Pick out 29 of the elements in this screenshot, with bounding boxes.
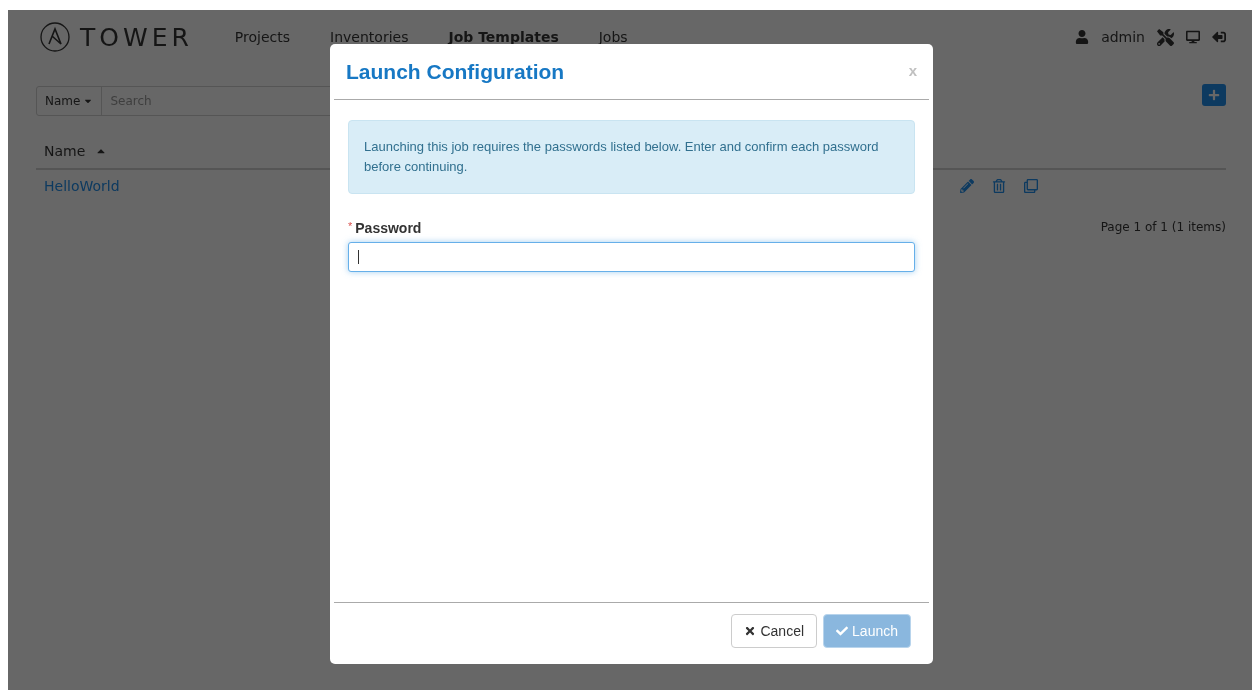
edit-icon[interactable] bbox=[960, 179, 974, 193]
close-icon bbox=[744, 625, 757, 637]
user-name[interactable]: admin bbox=[1101, 29, 1145, 45]
pagination-text: Page 1 of 1 (1 items) bbox=[1100, 220, 1226, 234]
field-label: Password bbox=[355, 220, 422, 236]
plus-icon bbox=[1208, 89, 1220, 101]
check-icon bbox=[836, 625, 849, 637]
nav-link[interactable]: Projects bbox=[234, 29, 291, 45]
info-alert: Launching this job requires the passwords listed below. Enter and confirm each password before continuing. bbox=[348, 120, 915, 194]
nav-link[interactable]: Inventories bbox=[330, 29, 409, 45]
nav-link[interactable]: Job Templates bbox=[448, 29, 559, 45]
text-cursor bbox=[358, 250, 359, 264]
add-button[interactable] bbox=[1202, 84, 1226, 106]
nav-link[interactable]: Jobs bbox=[598, 29, 628, 45]
logo-text: TOWER bbox=[80, 22, 193, 52]
required-mark: * bbox=[348, 220, 353, 234]
dialog-title: Launch Configuration bbox=[346, 60, 565, 84]
password-field[interactable] bbox=[348, 242, 915, 272]
cancel-button[interactable]: Cancel bbox=[731, 614, 818, 648]
user-icon bbox=[1075, 30, 1090, 44]
tools-icon[interactable] bbox=[1157, 28, 1174, 46]
monitor-icon[interactable] bbox=[1186, 30, 1200, 44]
template-name-link[interactable]: HelloWorld bbox=[44, 178, 120, 194]
close-button[interactable]: x bbox=[908, 62, 917, 79]
logout-icon[interactable] bbox=[1212, 30, 1226, 44]
trash-icon[interactable] bbox=[992, 179, 1006, 193]
copy-icon[interactable] bbox=[1024, 179, 1038, 193]
logo-icon bbox=[40, 22, 70, 52]
column-header[interactable]: Name bbox=[44, 143, 86, 159]
